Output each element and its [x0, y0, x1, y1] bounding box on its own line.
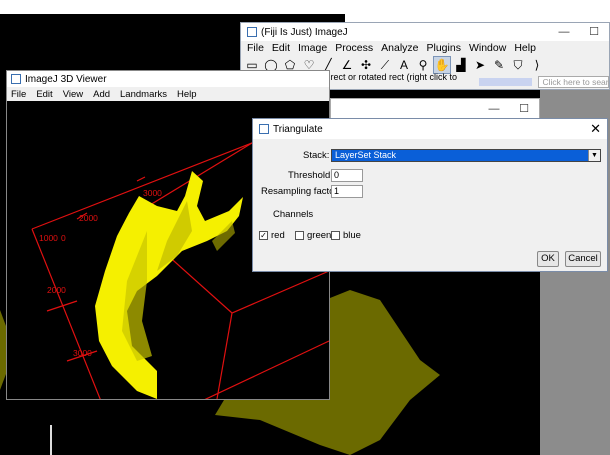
resampling-label: Resampling factor: [261, 186, 338, 197]
fiji-menubar: File Edit Image Process Analyze Plugins Window…: [241, 41, 609, 55]
channel-blue[interactable]: blue: [331, 230, 361, 241]
axis-label: 2000: [47, 285, 66, 295]
red-checkbox[interactable]: ✓: [259, 231, 268, 240]
viewer-menubar: File Edit View Add Landmarks Help: [7, 87, 329, 101]
channels-label: Channels: [273, 209, 314, 220]
threshold-field[interactable]: 0: [331, 169, 363, 182]
close-icon[interactable]: ✕: [590, 121, 601, 137]
pencil-tool-icon[interactable]: ✎: [490, 56, 508, 74]
channel-green[interactable]: green: [295, 230, 331, 241]
viewer-title: ImageJ 3D Viewer: [25, 73, 107, 85]
maximize-button[interactable]: ☐: [579, 23, 609, 41]
fiji-titlebar: (Fiji Is Just) ImageJ — ☐: [241, 23, 609, 41]
dialog-title: Triangulate: [273, 123, 323, 135]
desktop-strip: [0, 0, 610, 14]
threshold-label: Threshold: [288, 170, 331, 181]
resampling-field[interactable]: 1: [331, 185, 363, 198]
viewer-titlebar: ImageJ 3D Viewer: [7, 71, 329, 87]
stack-value: LayerSet Stack: [335, 150, 397, 160]
blue-label: blue: [343, 230, 361, 241]
bucket-tool-icon[interactable]: ⛉: [509, 56, 527, 74]
fiji-title: (Fiji Is Just) ImageJ: [261, 26, 348, 38]
axis-label: 0: [61, 233, 66, 243]
red-label: red: [271, 230, 285, 241]
viewer-menu-item-help[interactable]: Help: [177, 89, 197, 100]
menu-item-help[interactable]: Help: [514, 42, 536, 54]
dialog-app-icon: [259, 124, 269, 134]
menu-item-image[interactable]: Image: [298, 42, 327, 54]
minimize-button[interactable]: —: [549, 23, 579, 41]
progress-bar: [479, 78, 533, 86]
maximize-button[interactable]: ☐: [509, 99, 539, 119]
ok-button[interactable]: OK: [537, 251, 559, 267]
menu-item-edit[interactable]: Edit: [272, 42, 290, 54]
stack-label: Stack:: [303, 150, 330, 161]
minimize-button[interactable]: —: [479, 99, 509, 119]
cancel-button[interactable]: Cancel: [565, 251, 601, 267]
triangulate-dialog: Triangulate ✕ Stack: LayerSet Stack ▼ Th…: [252, 118, 608, 272]
more-tools-icon[interactable]: ⟩: [528, 56, 546, 74]
background-dialog: — ☐: [330, 98, 540, 120]
chevron-down-icon[interactable]: ▼: [588, 150, 600, 161]
menu-item-plugins[interactable]: Plugins: [427, 42, 461, 54]
green-label: green: [307, 230, 332, 241]
viewer-app-icon: [11, 74, 21, 84]
divider: [50, 425, 52, 455]
menu-item-analyze[interactable]: Analyze: [381, 42, 418, 54]
green-checkbox[interactable]: [295, 231, 304, 240]
menu-item-process[interactable]: Process: [335, 42, 373, 54]
viewer-menu-item-landmarks[interactable]: Landmarks: [120, 89, 167, 100]
menu-item-file[interactable]: File: [247, 42, 264, 54]
menu-item-window[interactable]: Window: [469, 42, 506, 54]
yellow-mesh: [95, 171, 243, 399]
viewer-menu-item-view[interactable]: View: [63, 89, 83, 100]
axis-label: 2000: [79, 213, 98, 223]
fiji-app-icon: [247, 27, 257, 37]
axis-label: 1000: [39, 233, 58, 243]
axis-label: 3000: [143, 188, 162, 198]
channel-red[interactable]: ✓ red: [259, 230, 285, 241]
search-input[interactable]: Click here to search: [538, 76, 610, 88]
axis-label: 3000: [73, 348, 92, 358]
blue-checkbox[interactable]: [331, 231, 340, 240]
viewer-menu-item-add[interactable]: Add: [93, 89, 110, 100]
dialog-titlebar: Triangulate ✕: [253, 119, 607, 139]
viewer-menu-item-file[interactable]: File: [11, 89, 26, 100]
stack-select[interactable]: LayerSet Stack ▼: [331, 149, 601, 162]
viewer-menu-item-edit[interactable]: Edit: [36, 89, 52, 100]
